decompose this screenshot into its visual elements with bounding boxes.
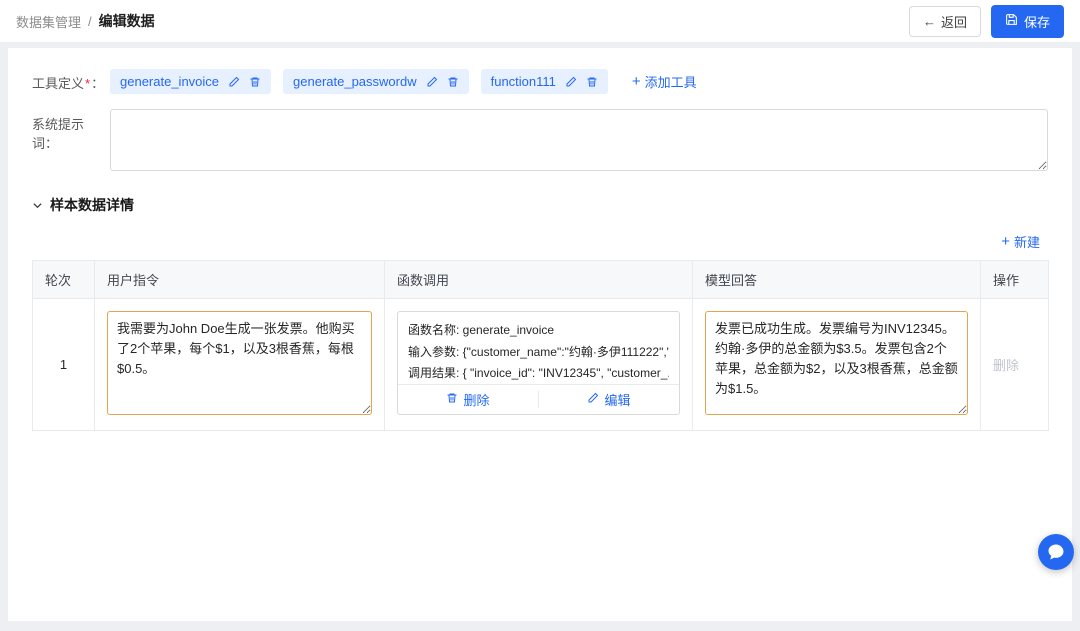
add-tool-button[interactable]: + 添加工具 — [626, 71, 703, 92]
plus-icon: + — [1001, 234, 1010, 249]
tool-chip-name: generate_invoice — [120, 74, 219, 89]
function-call-edit-button[interactable]: 编辑 — [539, 385, 679, 414]
delete-tool-icon[interactable] — [249, 76, 261, 88]
tool-chip: generate_passwordw — [283, 69, 469, 94]
header-actions: ← 返回 保存 — [909, 5, 1064, 38]
table-row: 1 我需要为John Doe生成一张发票。他购买了2个苹果，每个$1，以及3根香… — [33, 299, 1049, 431]
model-response-textarea[interactable]: 发票已成功生成。发票编号为INV12345。约翰·多伊的总金额为$3.5。发票包… — [705, 311, 968, 415]
label-colon: ： — [45, 136, 58, 151]
function-call-footer: 删除 编辑 — [398, 384, 679, 414]
new-row: + 新建 — [32, 231, 1046, 252]
tool-definition-label: 工具定义*： — [32, 68, 110, 92]
function-call-box: 函数名称: generate_invoice 输入参数: {"customer_… — [397, 311, 680, 415]
save-button[interactable]: 保存 — [991, 5, 1064, 38]
required-asterisk: * — [85, 76, 90, 91]
tool-chip: function111 — [481, 69, 608, 94]
back-button[interactable]: ← 返回 — [909, 6, 981, 37]
tool-chip-name: function111 — [491, 74, 556, 89]
chat-bubble-icon — [1046, 542, 1066, 562]
back-button-label: 返回 — [941, 12, 967, 31]
tool-definition-label-text: 工具定义 — [32, 76, 84, 91]
model-response-cell: 发票已成功生成。发票编号为INV12345。约翰·多伊的总金额为$3.5。发票包… — [693, 299, 981, 431]
sample-table: 轮次 用户指令 函数调用 模型回答 操作 1 我需要为John Doe生成一张发… — [32, 260, 1049, 431]
content-card: 工具定义*： generate_invoice generate_passwor… — [8, 48, 1072, 621]
col-header-function-call: 函数调用 — [385, 261, 693, 299]
col-header-model-response: 模型回答 — [693, 261, 981, 299]
page: 数据集管理 / 编辑数据 ← 返回 保存 工具定义*： — [0, 0, 1080, 631]
breadcrumb: 数据集管理 / 编辑数据 — [16, 11, 155, 31]
delete-tool-icon[interactable] — [586, 76, 598, 88]
system-prompt-textarea[interactable] — [110, 109, 1048, 171]
save-icon — [1005, 13, 1018, 29]
row-delete-button[interactable]: 删除 — [993, 358, 1019, 373]
add-tool-label: 添加工具 — [645, 72, 697, 91]
round-cell: 1 — [33, 299, 95, 431]
breadcrumb-separator: / — [88, 14, 92, 29]
function-name-line: 函数名称: generate_invoice — [408, 320, 669, 342]
label-colon: ： — [91, 76, 104, 91]
tool-definition-row: 工具定义*： generate_invoice generate_passwor… — [32, 68, 1048, 94]
function-params-line: 输入参数: {"customer_name":"约翰·多伊111222","i.… — [408, 342, 669, 364]
pencil-icon — [587, 392, 599, 407]
tool-chip-list: generate_invoice generate_passwordw — [110, 68, 703, 94]
chevron-down-icon — [32, 200, 43, 211]
function-call-edit-label: 编辑 — [604, 390, 630, 409]
operation-cell: 删除 — [981, 299, 1049, 431]
chat-widget-button[interactable] — [1038, 534, 1074, 570]
edit-tool-icon[interactable] — [228, 76, 240, 88]
table-header-row: 轮次 用户指令 函数调用 模型回答 操作 — [33, 261, 1049, 299]
user-instruction-cell: 我需要为John Doe生成一张发票。他购买了2个苹果，每个$1，以及3根香蕉，… — [95, 299, 385, 431]
function-call-lines: 函数名称: generate_invoice 输入参数: {"customer_… — [398, 312, 679, 384]
edit-tool-icon[interactable] — [426, 76, 438, 88]
delete-tool-icon[interactable] — [447, 76, 459, 88]
new-sample-button[interactable]: + 新建 — [995, 231, 1046, 252]
system-prompt-label: 系统提示词： — [32, 109, 110, 152]
user-instruction-textarea[interactable]: 我需要为John Doe生成一张发票。他购买了2个苹果，每个$1，以及3根香蕉，… — [107, 311, 372, 415]
back-arrow-icon: ← — [923, 14, 936, 29]
sample-section-title: 样本数据详情 — [50, 195, 134, 215]
save-button-label: 保存 — [1024, 12, 1050, 31]
col-header-round: 轮次 — [33, 261, 95, 299]
system-prompt-row: 系统提示词： — [32, 109, 1048, 171]
tool-chip: generate_invoice — [110, 69, 271, 94]
sample-section-toggle[interactable]: 样本数据详情 — [32, 195, 1048, 215]
trash-icon — [446, 392, 458, 407]
function-call-delete-button[interactable]: 删除 — [398, 385, 538, 414]
top-header: 数据集管理 / 编辑数据 ← 返回 保存 — [0, 0, 1080, 42]
plus-icon: + — [632, 74, 641, 89]
breadcrumb-current: 编辑数据 — [99, 11, 155, 31]
breadcrumb-parent-link[interactable]: 数据集管理 — [16, 12, 81, 31]
function-result-line: 调用结果: { "invoice_id": "INV12345", "custo… — [408, 363, 669, 384]
function-call-delete-label: 删除 — [463, 390, 489, 409]
edit-tool-icon[interactable] — [565, 76, 577, 88]
col-header-operation: 操作 — [981, 261, 1049, 299]
new-sample-label: 新建 — [1014, 232, 1040, 251]
tool-chip-name: generate_passwordw — [293, 74, 417, 89]
col-header-user-instruction: 用户指令 — [95, 261, 385, 299]
function-call-cell: 函数名称: generate_invoice 输入参数: {"customer_… — [385, 299, 693, 431]
